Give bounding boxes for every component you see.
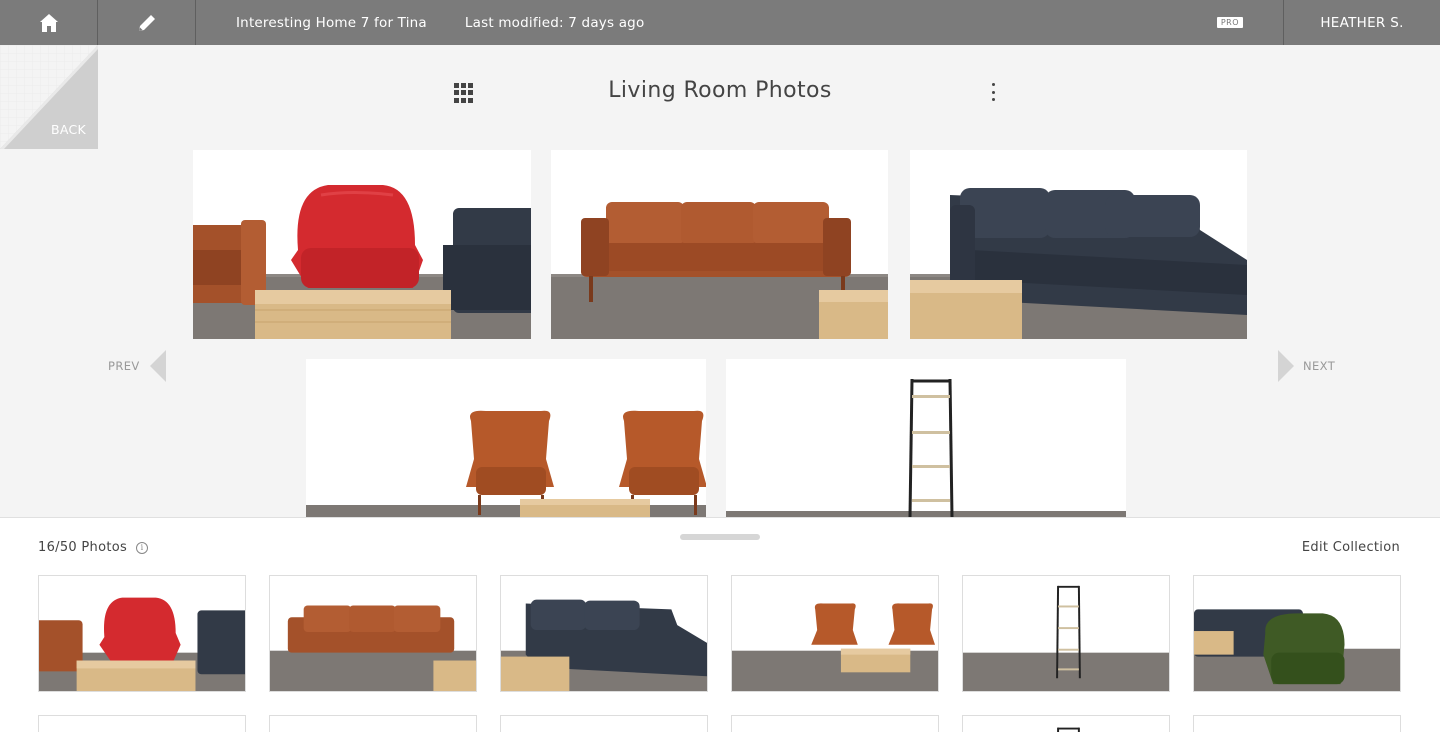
kebab-dot [991, 98, 995, 101]
photo-count-label: 16/50 Photos [38, 540, 128, 555]
user-name: HEATHER S. [1320, 14, 1404, 31]
grid-view-icon[interactable] [454, 83, 474, 103]
thumbnail-image [963, 585, 1169, 691]
home-button[interactable] [0, 0, 98, 45]
back-label: BACK [51, 122, 87, 137]
next-button[interactable]: NEXT [1278, 350, 1335, 382]
thumbnail-red-chair-set[interactable] [38, 575, 246, 692]
thumbnail-row2[interactable] [269, 715, 477, 732]
grid-dot [468, 83, 473, 88]
grid-dot [454, 90, 459, 96]
top-bar: Interesting Home 7 for Tina Last modifie… [0, 0, 1440, 45]
grid-dot [454, 97, 459, 103]
ladder-shelf-scene-image [726, 378, 1126, 517]
edit-collection-button[interactable]: Edit Collection [1302, 540, 1400, 555]
chevron-left-icon [149, 350, 166, 382]
kebab-dot [991, 90, 995, 94]
thumbnail-row2[interactable] [731, 715, 939, 732]
red-chair-scene-image [193, 185, 531, 339]
user-menu[interactable]: HEATHER S. [1283, 0, 1440, 45]
wing-chairs-scene-image [306, 410, 706, 517]
grid-dot [454, 83, 459, 88]
leather-sofa-scene-image [551, 202, 888, 339]
photo-count: 16/50 Photos i [38, 540, 149, 555]
pencil-icon [138, 14, 155, 31]
page-title: Living Room Photos [608, 78, 832, 103]
collection-panel: 16/50 Photos i Edit Collection [0, 517, 1440, 732]
photo-wing-chairs[interactable] [306, 359, 706, 517]
thumbnail-row2[interactable] [962, 715, 1170, 732]
prev-label: PREV [108, 359, 140, 373]
thumbnail-image [39, 597, 245, 691]
thumbnail-wing-chairs[interactable] [731, 575, 939, 692]
thumbnail-green-chair[interactable] [1193, 575, 1401, 692]
grid-dot [461, 90, 466, 96]
grid-dot [461, 97, 466, 103]
info-icon[interactable]: i [136, 541, 149, 554]
kebab-dot [991, 83, 995, 86]
grid-dot [468, 90, 473, 96]
thumbnail-row2[interactable] [500, 715, 708, 732]
thumbnail-navy-chaise[interactable] [500, 575, 708, 692]
chevron-right-icon [1278, 350, 1294, 382]
thumbnail-image [501, 599, 707, 691]
back-button[interactable]: BACK [0, 45, 98, 149]
navy-chaise-scene-image [910, 188, 1247, 339]
thumbnail-image [1194, 609, 1400, 691]
photo-leather-sofa[interactable] [551, 150, 888, 339]
last-modified: Last modified: 7 days ago [464, 14, 645, 31]
photo-red-chair-set[interactable] [193, 150, 531, 339]
photo-navy-chaise[interactable] [910, 150, 1247, 339]
grid-dot [468, 97, 473, 103]
grid-dot [461, 83, 466, 88]
pro-badge: PRO [1216, 17, 1243, 28]
drawer-handle[interactable] [680, 534, 760, 540]
next-label: NEXT [1303, 359, 1336, 373]
kebab-menu-icon[interactable] [984, 82, 1002, 102]
prev-button[interactable]: PREV [108, 350, 166, 382]
project-title: Interesting Home 7 for Tina [236, 14, 427, 31]
home-icon [39, 13, 58, 32]
thumbnail-image [1057, 727, 1080, 732]
thumbnail-image [270, 605, 476, 691]
thumbnail-row2[interactable] [38, 715, 246, 732]
thumbnail-image [732, 603, 938, 691]
photo-ladder-shelf[interactable] [726, 359, 1126, 517]
edit-button[interactable] [98, 0, 196, 45]
thumbnail-leather-sofa[interactable] [269, 575, 477, 692]
thumbnail-row2[interactable] [1193, 715, 1401, 732]
thumbnail-ladder-shelf[interactable] [962, 575, 1170, 692]
